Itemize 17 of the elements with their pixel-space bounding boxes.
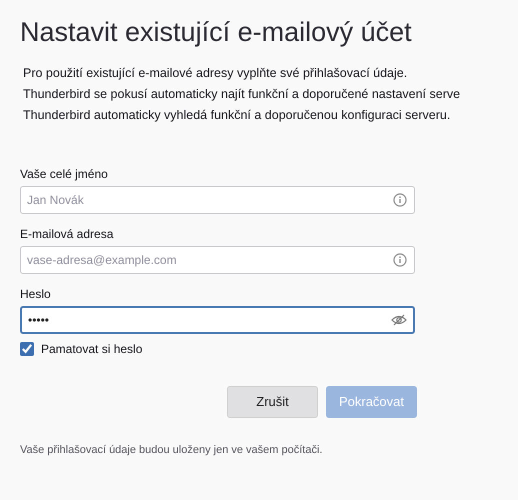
intro-text: Thunderbird se pokusí automaticky najít funkční a doporučené nastavení serve	[23, 86, 462, 103]
input-field[interactable]: Jan Novák	[20, 186, 415, 214]
field-label: Heslo	[20, 286, 52, 302]
info-icon[interactable]	[393, 253, 407, 267]
password-field[interactable]: •••••	[20, 306, 415, 334]
field-label: Vaše celé jméno	[20, 166, 109, 182]
input-field[interactable]: vase-adresa@example.com	[20, 246, 415, 274]
footer-note: Vaše přihlašovací údaje budou uloženy jen ve vašem počítači.	[20, 443, 324, 458]
page-title: Nastavit existující e-mailový účet	[20, 16, 413, 49]
intro-text: Pro použití existující e-mailové adresy vyplňte své přihlašovací údaje.	[23, 65, 408, 82]
info-icon[interactable]	[393, 193, 407, 207]
checkbox-label: Pamatovat si heslo	[41, 341, 142, 358]
eye-slash-icon[interactable]	[391, 313, 407, 327]
field-label: E-mailová adresa	[20, 226, 114, 242]
cancel-button[interactable]: Zrušit	[227, 386, 318, 418]
intro-text: Thunderbird automaticky vyhledá funkční a doporučenou konfiguraci serveru.	[23, 107, 452, 124]
remember-checkbox[interactable]	[20, 342, 34, 356]
